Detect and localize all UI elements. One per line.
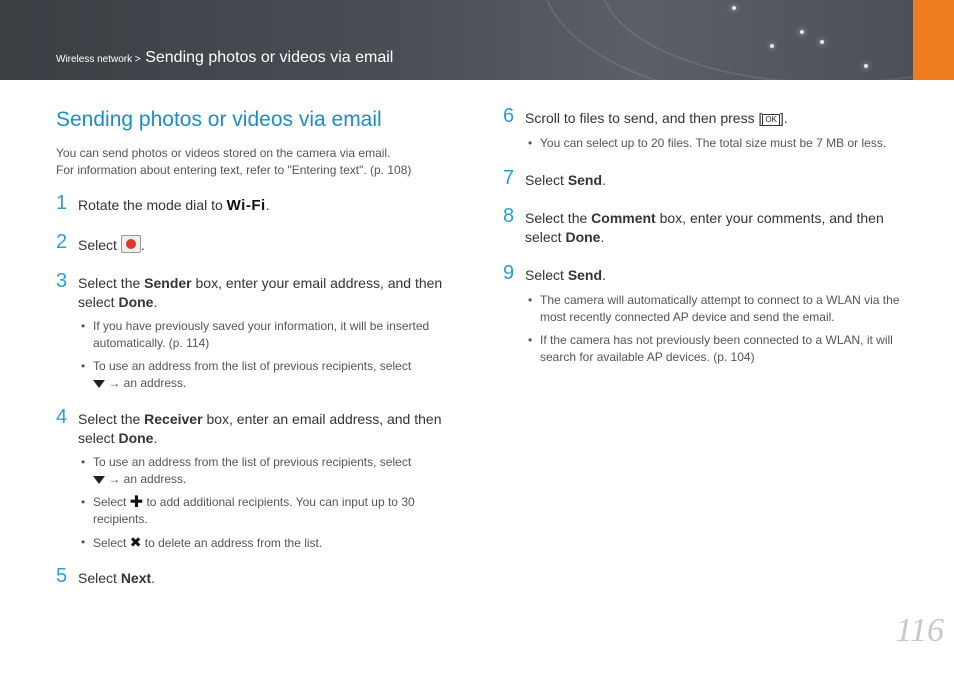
step-3-notes: If you have previously saved your inform…	[81, 318, 461, 398]
intro-text: You can send photos or videos stored on …	[56, 145, 476, 179]
step-punct: .	[140, 237, 145, 253]
step-2: 2 Select .	[56, 231, 476, 255]
page-number: 116	[895, 612, 944, 649]
step-number: 1	[56, 192, 68, 214]
note-text: → an address.	[108, 376, 187, 390]
decorative-dot	[800, 30, 804, 34]
step-text: Select the	[525, 210, 588, 226]
step-text: Select the	[78, 411, 141, 427]
note-text: to delete an address from the list.	[144, 536, 323, 550]
ui-term-next: Next	[120, 570, 152, 586]
step-6-notes: You can select up to 20 files. The total…	[528, 135, 928, 158]
note-item: Select ✚ to add additional recipients. Y…	[81, 494, 461, 528]
ui-term-done: Done	[118, 430, 154, 446]
note-text: To use an address from the list of previ…	[93, 455, 412, 469]
ui-term-send: Send	[567, 267, 603, 283]
breadcrumb: Wireless network > Sending photos or vid…	[56, 49, 393, 67]
decorative-dot	[732, 6, 736, 10]
step-4-notes: To use an address from the list of previ…	[81, 454, 461, 558]
step-number: 5	[56, 565, 68, 587]
step-5: 5 Select Next.	[56, 565, 476, 588]
note-text: Select	[93, 495, 127, 509]
step-number: 2	[56, 231, 68, 253]
step-punct: .	[602, 172, 606, 188]
email-icon	[120, 235, 141, 253]
note-text: To use an address from the list of previ…	[93, 359, 412, 373]
step-punct: ].	[779, 110, 788, 126]
ok-button-icon: OK	[762, 114, 780, 126]
step-number: 8	[503, 205, 515, 227]
ui-term-receiver: Receiver	[144, 411, 203, 427]
step-text: Select	[525, 172, 564, 188]
step-text: Rotate the mode dial to	[78, 197, 223, 213]
step-9-notes: The camera will automatically attempt to…	[528, 292, 908, 372]
decorative-dot	[820, 40, 824, 44]
step-text: Select	[78, 570, 117, 586]
intro-line: You can send photos or videos stored on …	[56, 146, 391, 160]
note-item: If you have previously saved your inform…	[81, 318, 461, 352]
step-punct: .	[151, 570, 156, 586]
step-text: Select	[78, 237, 117, 253]
ui-term-send: Send	[567, 172, 603, 188]
page-title: Sending photos or videos via email	[56, 108, 382, 131]
step-punct: .	[602, 267, 606, 283]
ui-term-comment: Comment	[591, 210, 656, 226]
breadcrumb-current: Sending photos or videos via email	[145, 49, 394, 66]
step-1: 1 Rotate the mode dial to Wi-Fi.	[56, 192, 476, 215]
wifi-mode-icon: Wi-Fi	[226, 197, 266, 214]
step-3: 3 Select the Sender box, enter your emai…	[56, 270, 476, 312]
step-number: 3	[56, 270, 68, 292]
step-number: 9	[503, 262, 515, 284]
note-item: If the camera has not previously been co…	[528, 332, 908, 366]
step-number: 7	[503, 167, 515, 189]
step-punct: .	[265, 197, 270, 213]
ui-term-done: Done	[118, 294, 154, 310]
note-text: Select	[93, 536, 127, 550]
step-9: 9 Select Send.	[503, 262, 923, 285]
note-text: → an address.	[108, 472, 187, 486]
step-7: 7 Select Send.	[503, 167, 923, 190]
step-4: 4 Select the Receiver box, enter an emai…	[56, 406, 476, 448]
section-tab	[913, 0, 954, 80]
step-punct: .	[153, 294, 158, 310]
breadcrumb-parent: Wireless network >	[56, 54, 141, 65]
step-text: Select	[525, 267, 564, 283]
intro-line: For information about entering text, ref…	[56, 163, 412, 177]
plus-icon: ✚	[129, 494, 144, 511]
note-item: To use an address from the list of previ…	[81, 358, 461, 392]
decorative-dot	[864, 64, 868, 68]
note-item: Select ✖ to delete an address from the l…	[81, 534, 461, 552]
note-item: You can select up to 20 files. The total…	[528, 135, 928, 152]
step-text: Select the	[78, 275, 141, 291]
ui-term-sender: Sender	[144, 275, 192, 291]
step-number: 4	[56, 406, 68, 428]
x-icon: ✖	[129, 534, 142, 550]
step-punct: .	[600, 229, 605, 245]
ui-term-done: Done	[565, 229, 601, 245]
header-banner: Wireless network > Sending photos or vid…	[0, 0, 913, 80]
step-punct: .	[153, 430, 158, 446]
step-6: 6 Scroll to files to send, and then pres…	[503, 105, 923, 128]
triangle-down-icon	[93, 380, 105, 388]
step-text: Scroll to files to send, and then press …	[525, 110, 763, 126]
step-number: 6	[503, 105, 515, 127]
triangle-down-icon	[93, 476, 105, 484]
note-item: To use an address from the list of previ…	[81, 454, 461, 488]
decorative-dot	[770, 44, 774, 48]
note-item: The camera will automatically attempt to…	[528, 292, 908, 326]
step-8: 8 Select the Comment box, enter your com…	[503, 205, 923, 247]
